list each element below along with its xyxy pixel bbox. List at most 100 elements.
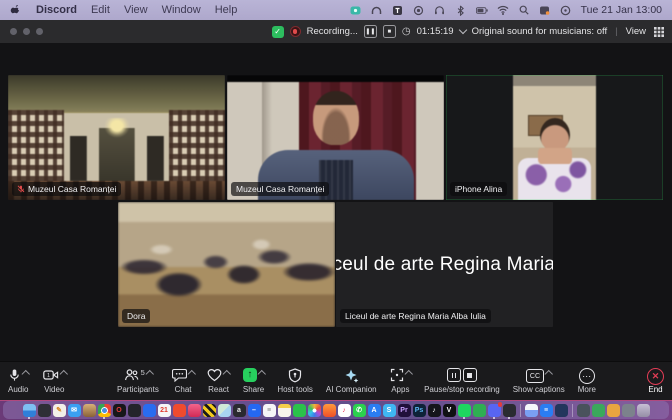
video-tile-museum[interactable]: Muzeul Casa Romanței [8,75,225,200]
dock-app-whatsapp[interactable]: ✆ [353,404,366,417]
teal-app-icon[interactable] [350,4,362,16]
dock-app-dark-a-app[interactable]: a [233,404,246,417]
pause-recording-button[interactable]: ❚❚ [364,25,377,38]
close-window-button[interactable] [10,28,17,35]
video-tile-host[interactable]: Muzeul Casa Romanței [227,75,444,200]
original-sound-toggle[interactable]: Original sound for musicians: off [472,26,608,37]
chevron-up-icon[interactable] [258,370,266,378]
dock-app-chrome[interactable] [98,404,111,417]
dock-app-spotify[interactable] [458,404,471,417]
toolbar-button-label: Participants [117,385,159,394]
chevron-up-icon[interactable] [59,370,67,378]
chat-button[interactable]: Chat [172,368,195,394]
show-captions-button[interactable]: CCShow captions [513,368,565,394]
video-tile-alina[interactable]: iPhone Alina [446,75,663,200]
video-button[interactable]: 1Video [43,368,67,394]
timer-chevron-icon[interactable] [458,26,466,34]
dock-app-launchpad[interactable] [38,404,51,417]
input-source-icon[interactable] [539,4,551,16]
dock-app-downloads-folder[interactable] [592,404,605,417]
dock-app-discord[interactable] [488,404,501,417]
t-square-app-icon[interactable] [392,4,404,16]
chevron-up-icon[interactable] [146,370,154,378]
share-button[interactable]: ↑Share [243,368,265,394]
menu-item-view[interactable]: View [124,4,148,16]
calendar-glyph: 21 [160,407,168,414]
menu-item-edit[interactable]: Edit [91,4,110,16]
zoom-window-button[interactable] [36,28,43,35]
dock-app-opera[interactable]: O [113,404,126,417]
stop-recording-button[interactable]: ■ [383,25,396,38]
control-center-icon[interactable] [560,4,572,16]
dock-app-orange-app[interactable] [173,404,186,417]
window-traffic-lights[interactable] [10,28,43,35]
dock-app-window-thumb[interactable] [577,404,590,417]
dock-app-globe-app[interactable] [555,404,568,417]
dock-app-compose-app[interactable]: ✎ [53,404,66,417]
dock-app-music-app[interactable]: ♪ [338,404,351,417]
dock-app-green-app[interactable] [473,404,486,417]
dock-app-docs-app[interactable]: ≡ [540,404,553,417]
headphones-icon[interactable] [434,4,446,16]
record-status-icon[interactable] [413,4,425,16]
view-button[interactable]: View [626,26,646,37]
dock-app-notes-app[interactable] [278,404,291,417]
dock-app-photos-app[interactable] [308,404,321,417]
menu-item-help[interactable]: Help [215,4,238,16]
dock-app-orange-folder[interactable] [607,404,620,417]
menubar-clock[interactable]: Tue 21 Jan 13:00 [581,4,662,16]
dock-app-pink-app[interactable] [188,404,201,417]
bluetooth-icon[interactable] [455,4,467,16]
minimize-window-button[interactable] [23,28,30,35]
dock-app-arc-browser[interactable] [525,404,538,417]
audio-button[interactable]: Audio [8,368,29,394]
pause-stop-recording-button[interactable]: Pause/stop recording [424,368,500,394]
dock-app-v-app[interactable]: V [443,404,456,417]
dock-app-hazard-app[interactable] [203,404,216,417]
dock-app-tiktok[interactable]: ♪ [428,404,441,417]
menu-item-window[interactable]: Window [162,4,201,16]
video-tile-classroom[interactable]: Dora [118,202,335,327]
timer-clock-icon: ◷ [402,26,411,37]
react-button[interactable]: React [207,368,230,394]
end-meeting-button[interactable]: ✕ End [647,368,664,394]
dock-app-skype[interactable]: S [383,404,396,417]
dock-app-app-store[interactable]: A [368,404,381,417]
dock-app-trash[interactable] [637,404,650,417]
dock-app-reminders-app[interactable]: ≡ [263,404,276,417]
dock-app-window-thumb-2[interactable] [622,404,635,417]
dock-app-calendar[interactable]: 21 [158,404,171,417]
chevron-up-icon[interactable] [188,370,196,378]
apps-button[interactable]: Apps [390,368,412,394]
dock-app-numbers-app[interactable] [293,404,306,417]
apple-menu-icon[interactable] [10,4,22,16]
chevron-up-icon[interactable] [404,370,412,378]
chevron-up-icon[interactable] [223,370,231,378]
dock-app-photoshop[interactable]: Ps [413,404,426,417]
chevron-up-icon[interactable] [545,370,553,378]
arch-app-icon[interactable] [371,4,383,16]
view-grid-icon[interactable] [654,27,664,37]
dock-app-gradient-app[interactable] [323,404,336,417]
wifi-icon[interactable] [497,4,509,16]
dock-app-camera-app[interactable] [503,404,516,417]
dock-app-maps-app[interactable] [218,404,231,417]
dock-app-mail[interactable]: ✉ [68,404,81,417]
dock-app-blue-app[interactable] [143,404,156,417]
dock-app-premiere[interactable]: Pr [398,404,411,417]
host-tools-button[interactable]: Host tools [277,368,313,394]
participants-button[interactable]: 5Participants [117,368,159,394]
more-button[interactable]: ⋯More [578,368,596,394]
search-icon[interactable] [518,4,530,16]
dock-app-books-app[interactable] [83,404,96,417]
ai-companion-button[interactable]: AI Companion [326,368,377,394]
dock-app-finder[interactable] [23,404,36,417]
active-app-name[interactable]: Discord [36,4,77,16]
dock-app-blue-dash-app[interactable]: – [248,404,261,417]
battery-icon[interactable] [476,4,488,16]
person-head [313,91,359,145]
video-tile-school-text[interactable]: Liceul de arte Regina Maria... Liceul de… [336,202,553,327]
display-name-large: Liceul de arte Regina Maria... [336,254,553,276]
dock-app-video-app[interactable] [128,404,141,417]
chevron-up-icon[interactable] [22,370,30,378]
